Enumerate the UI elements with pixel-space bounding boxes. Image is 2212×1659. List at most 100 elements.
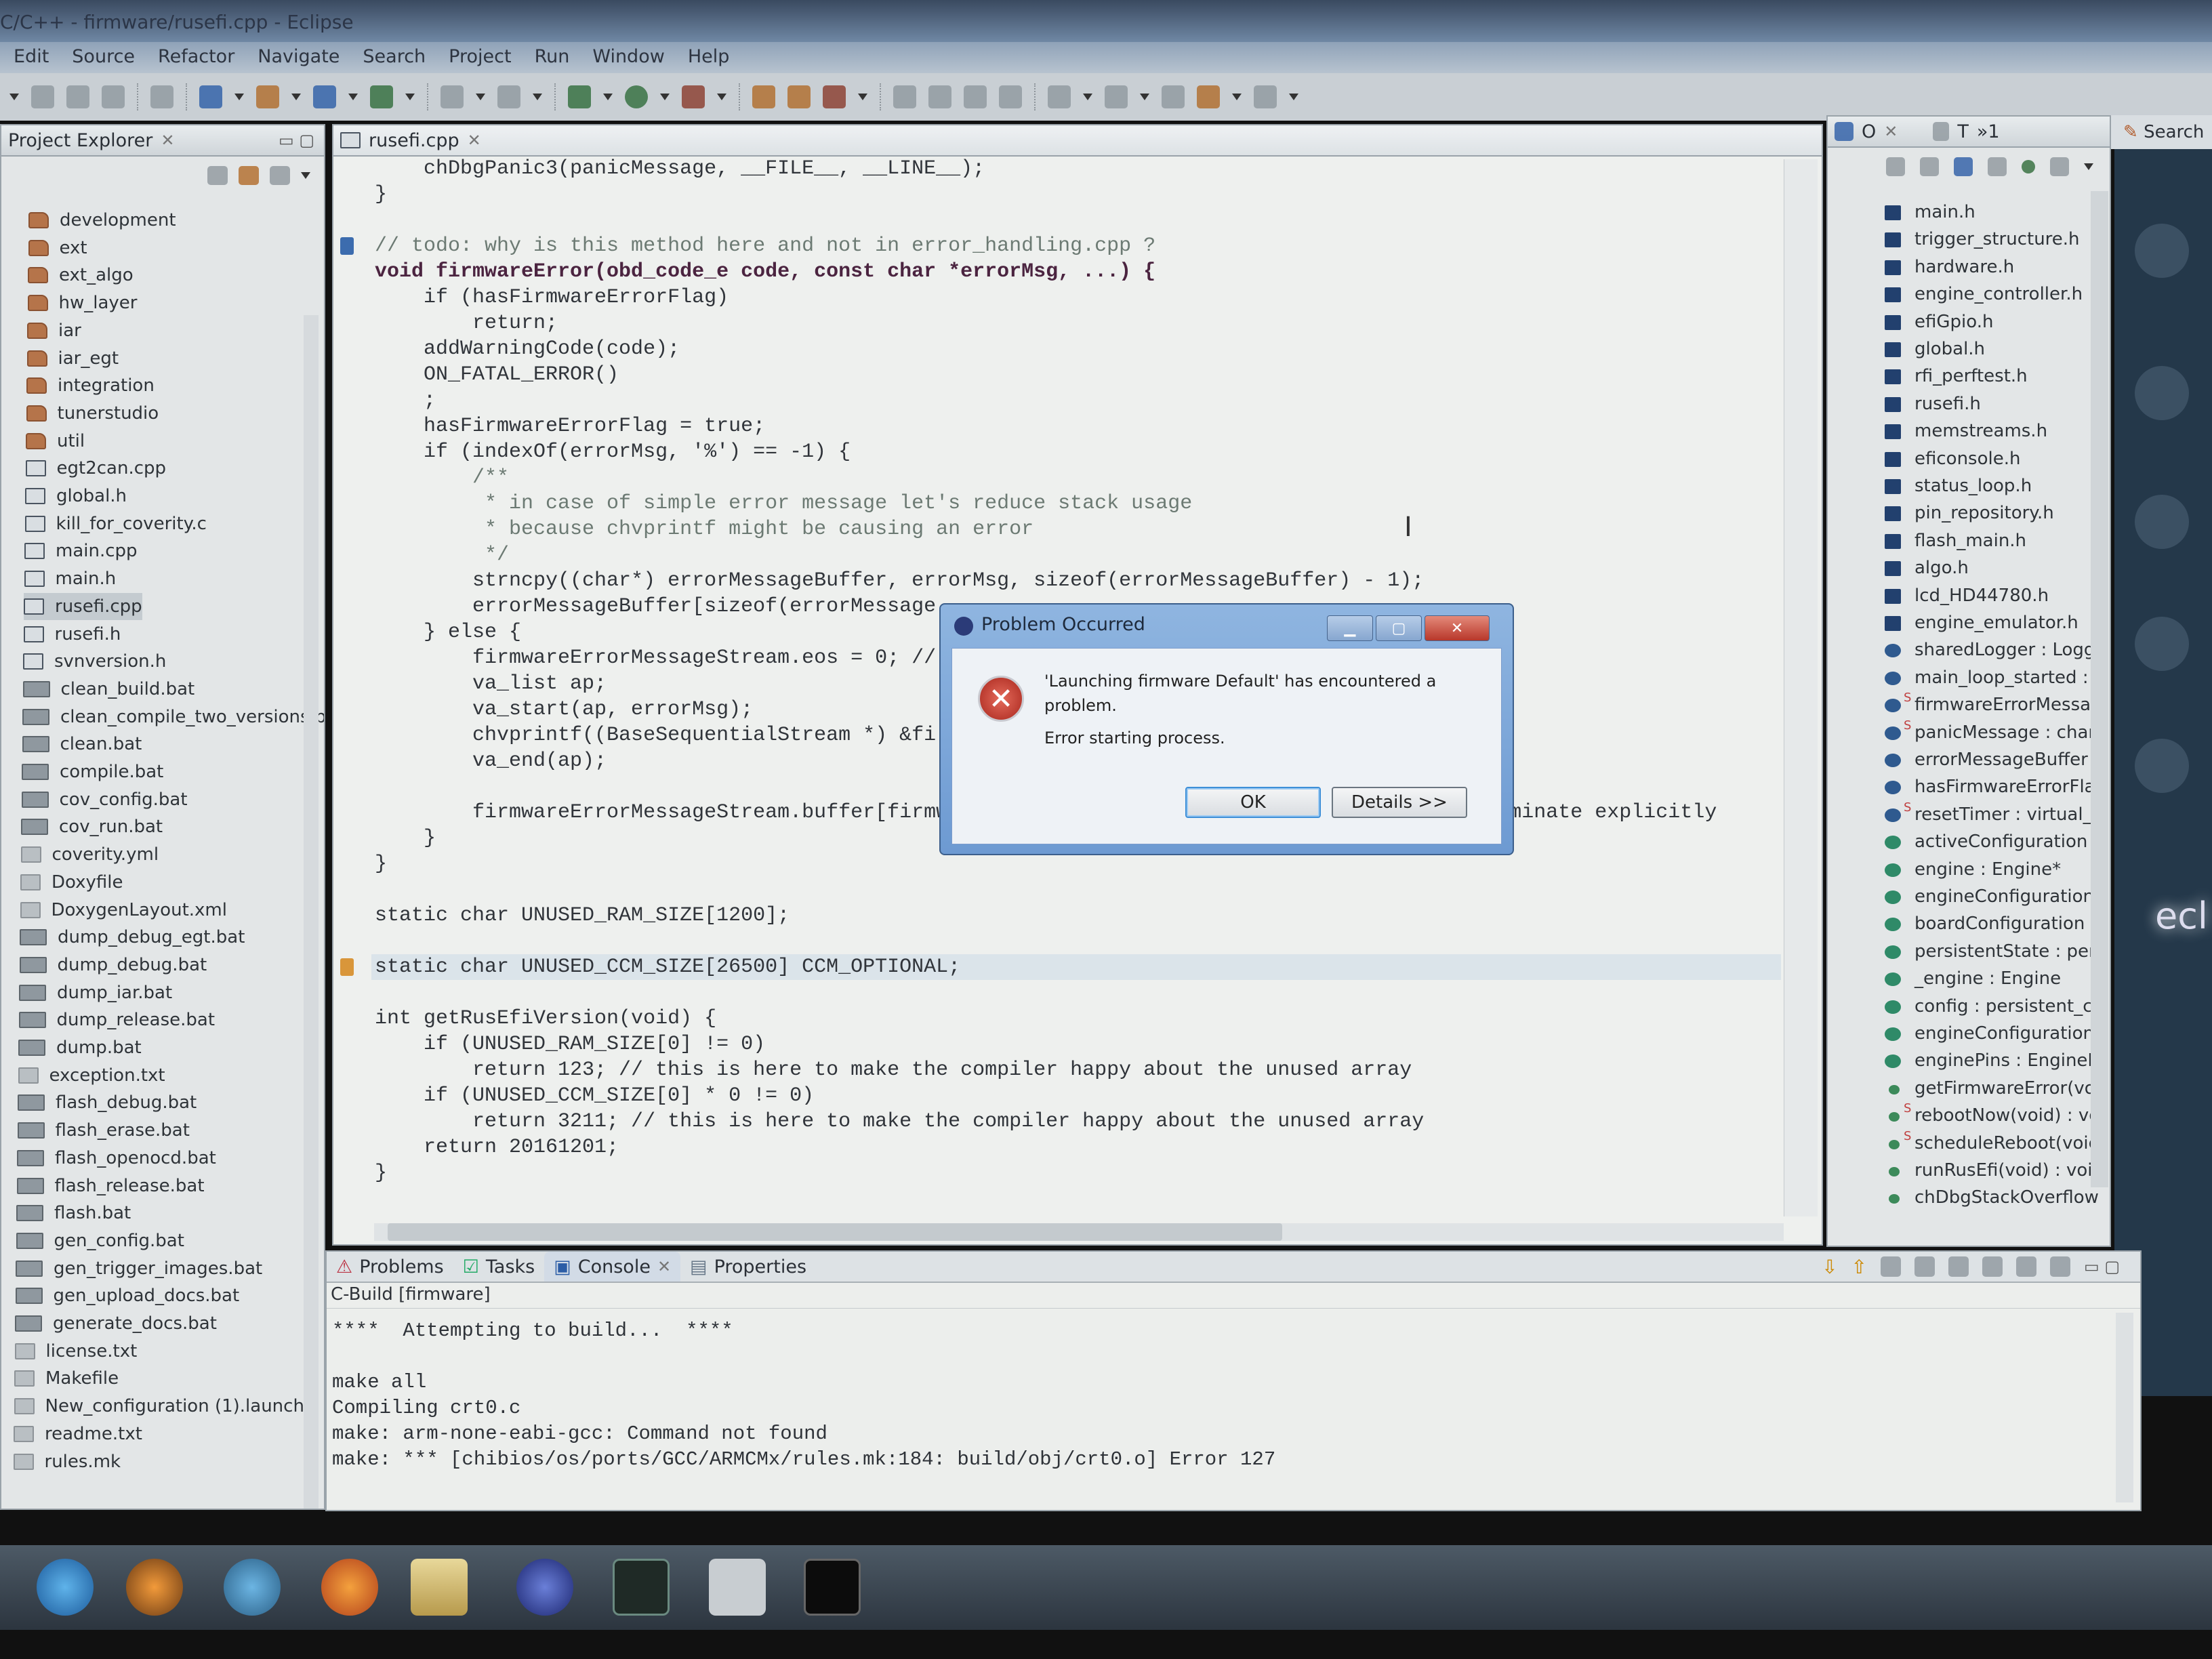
outline-item[interactable]: SfirmwareErrorMessag xyxy=(1828,692,2099,719)
menu-search[interactable]: Search xyxy=(363,46,426,73)
tab-console[interactable]: ▣ Console ✕ xyxy=(544,1252,681,1282)
outline-item[interactable]: config : persistent_cc xyxy=(1828,994,2099,1021)
explorer-item[interactable]: rusefi.h xyxy=(23,621,121,648)
close-button[interactable]: ✕ xyxy=(1425,615,1490,641)
outline-scrollbar[interactable] xyxy=(2091,191,2108,1187)
outline-item[interactable]: chDbgStackOverflow xyxy=(1828,1185,2099,1212)
outline-item[interactable]: main_loop_started : b xyxy=(1828,665,2099,692)
chevron-down-icon[interactable] xyxy=(717,94,726,100)
display-console-icon[interactable] xyxy=(2016,1256,2037,1277)
warning-marker-icon[interactable] xyxy=(340,958,354,976)
last-edit-icon[interactable] xyxy=(1162,85,1185,108)
menu-project[interactable]: Project xyxy=(449,46,511,73)
explorer-item[interactable]: readme.txt xyxy=(14,1420,142,1448)
search-icon[interactable] xyxy=(823,85,846,108)
menu-edit[interactable]: Edit xyxy=(14,46,49,73)
chevron-down-icon[interactable] xyxy=(858,94,867,100)
project-explorer-tab[interactable]: Project Explorer ✕ ▭ ▢ xyxy=(1,125,324,157)
explorer-item[interactable]: compile.bat xyxy=(22,758,163,785)
explorer-item[interactable]: cov_run.bat xyxy=(21,813,163,840)
explorer-item[interactable]: rules.mk xyxy=(13,1448,121,1475)
remove-launch-icon[interactable] xyxy=(1982,1256,2003,1277)
tab-properties[interactable]: ▤ Properties xyxy=(680,1252,816,1282)
explorer-item[interactable]: license.txt xyxy=(14,1338,137,1365)
explorer-item[interactable]: iar_egt xyxy=(26,345,119,372)
task-marker-icon[interactable] xyxy=(340,237,354,255)
new-class-icon[interactable] xyxy=(370,85,393,108)
overview-globe-icon[interactable] xyxy=(2135,224,2189,278)
highlight-icon[interactable] xyxy=(893,85,916,108)
arrow-down-icon[interactable]: ⇩ xyxy=(1822,1256,1837,1278)
outline-item[interactable]: rfi_perftest.h xyxy=(1828,363,2099,390)
explorer-item[interactable]: global.h xyxy=(25,483,127,510)
explorer-item[interactable]: Makefile xyxy=(14,1365,119,1392)
outline-item[interactable]: activeConfiguration : xyxy=(1828,829,2099,856)
explorer-item[interactable]: ext xyxy=(28,234,87,262)
outline-item[interactable]: SrebootNow(void) : vc xyxy=(1828,1103,2099,1130)
close-icon[interactable]: ✕ xyxy=(657,1257,671,1276)
explorer-item[interactable]: dump_debug.bat xyxy=(19,951,207,979)
explorer-item[interactable]: dump.bat xyxy=(18,1034,142,1061)
explorer-item[interactable]: flash_debug.bat xyxy=(18,1089,197,1116)
block-select-icon[interactable] xyxy=(999,85,1022,108)
minimize-button[interactable]: ▁ xyxy=(1327,615,1373,641)
next-annotation-icon[interactable] xyxy=(1048,85,1071,108)
cmd-icon[interactable] xyxy=(804,1559,861,1616)
outline-item[interactable]: engineConfiguration xyxy=(1828,884,2099,911)
outline-item[interactable]: SresetTimer : virtual_ti xyxy=(1828,802,2099,829)
media-player-icon[interactable] xyxy=(126,1559,183,1616)
horizontal-scrollbar[interactable] xyxy=(374,1223,1784,1241)
outline-item[interactable]: engine_controller.h xyxy=(1828,281,2099,308)
menu-run[interactable]: Run xyxy=(535,46,570,73)
hide-fields-icon[interactable] xyxy=(1954,157,1973,176)
sort-az-icon[interactable] xyxy=(1920,157,1939,176)
external-tools-icon[interactable] xyxy=(682,85,705,108)
chevron-down-icon[interactable] xyxy=(1232,94,1242,100)
pin-console-icon[interactable] xyxy=(1948,1256,1969,1277)
build-hammer-icon[interactable] xyxy=(441,85,464,108)
explorer-item[interactable]: flash_erase.bat xyxy=(17,1117,190,1144)
firefox-icon[interactable] xyxy=(321,1559,378,1616)
chevron-down-icon[interactable] xyxy=(660,94,670,100)
explorer-item[interactable]: rusefi.cpp xyxy=(24,592,142,620)
explorer-item[interactable]: main.h xyxy=(24,565,116,592)
explorer-item[interactable]: cov_config.bat xyxy=(21,786,188,813)
explorer-item[interactable]: New_configuration (1).launch xyxy=(14,1393,304,1420)
outline-item[interactable]: algo.h xyxy=(1828,555,2099,582)
menu-navigate[interactable]: Navigate xyxy=(258,46,340,73)
blank-window-icon[interactable] xyxy=(709,1559,766,1616)
new-source-folder-icon[interactable] xyxy=(256,85,279,108)
new-source-file-icon[interactable] xyxy=(313,85,336,108)
forward-icon[interactable] xyxy=(1254,85,1277,108)
outline-item[interactable]: trigger_structure.h xyxy=(1828,226,2099,253)
binary-icon[interactable] xyxy=(150,85,173,108)
open-console-icon[interactable] xyxy=(2050,1256,2071,1277)
outline-item[interactable]: engine_emulator.h xyxy=(1828,610,2099,637)
eclipse-icon[interactable] xyxy=(516,1559,573,1616)
outline-item[interactable]: persistentState : persi xyxy=(1828,939,2099,966)
chevron-down-icon[interactable] xyxy=(348,94,358,100)
explorer-item[interactable]: dump_debug_egt.bat xyxy=(20,924,245,951)
outline-item[interactable]: pin_repository.h xyxy=(1828,500,2099,527)
outline-item[interactable]: SpanicMessage : char[ xyxy=(1828,720,2099,747)
outline-item[interactable]: errorMessageBuffer : xyxy=(1828,747,2099,774)
close-icon[interactable]: ✕ xyxy=(1884,122,1898,141)
chevron-down-icon[interactable] xyxy=(533,94,542,100)
outline-item[interactable]: status_loop.h xyxy=(1828,473,2099,500)
chevron-down-icon[interactable] xyxy=(405,94,415,100)
explorer-item[interactable]: gen_upload_docs.bat xyxy=(15,1282,239,1309)
explorer-item[interactable]: util xyxy=(26,428,85,455)
file-explorer-icon[interactable] xyxy=(411,1559,468,1616)
close-icon[interactable]: ✕ xyxy=(161,131,174,150)
chevron-down-icon[interactable] xyxy=(234,94,244,100)
type-hierarchy-tab[interactable]: T xyxy=(1957,121,1969,142)
view-menu-icon[interactable] xyxy=(301,172,310,179)
chevron-down-icon[interactable] xyxy=(476,94,485,100)
outline-item[interactable]: _engine : Engine xyxy=(1828,966,2099,993)
outline-item[interactable]: SscheduleReboot(voic xyxy=(1828,1130,2099,1158)
save-all-icon[interactable] xyxy=(66,85,89,108)
outline-item[interactable]: lcd_HD44780.h xyxy=(1828,583,2099,610)
explorer-item[interactable]: kill_for_coverity.c xyxy=(24,510,207,537)
explorer-item[interactable]: flash_release.bat xyxy=(16,1172,205,1200)
include-browser-icon[interactable] xyxy=(1933,122,1950,141)
